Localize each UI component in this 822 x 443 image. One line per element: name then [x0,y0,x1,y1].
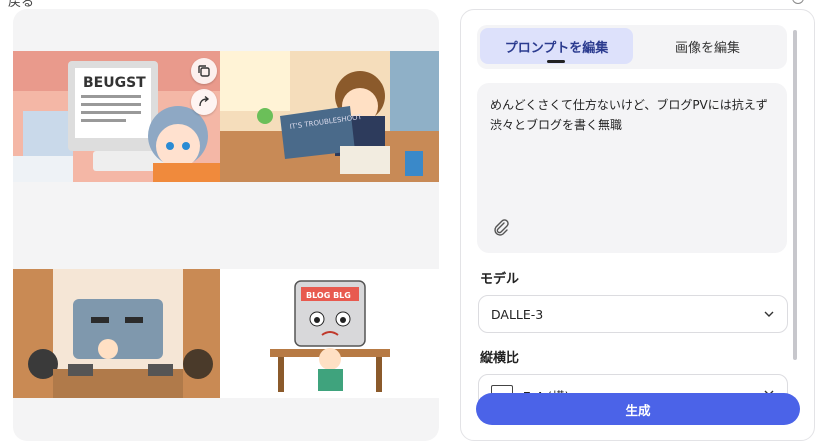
generated-image-2[interactable]: IT'S TROUBLESHOOT [220,51,439,182]
image-4-art: BLOG BLG [220,269,439,398]
model-select[interactable]: DALLE-3 [478,295,788,333]
chevron-down-icon [764,311,774,317]
aspect-ratio-label: 縦横比 [480,351,520,366]
tab-edit-image[interactable]: 画像を編集 [631,28,784,64]
model-label: モデル [480,272,520,287]
page-root: 戻る BEUGST IT'S TROUBLESHOOT BLOG BLG プロン… [0,0,822,443]
paperclip-icon[interactable] [491,217,511,237]
image-1-sign-text: BEUGST [83,75,146,91]
prompt-textarea[interactable]: めんどくさくて仕方ないけど、ブログPVには抗えず 渋々とブログを書く無職 [477,83,787,253]
model-value: DALLE-3 [491,307,544,322]
generated-image-3[interactable] [13,269,220,398]
prompt-text[interactable]: めんどくさくて仕方ないけど、ブログPVには抗えず 渋々とブログを書く無職 [490,95,775,135]
image-gallery: BEUGST IT'S TROUBLESHOOT BLOG BLG [13,9,439,441]
generated-image-4[interactable]: BLOG BLG [220,269,439,398]
edit-tabs: プロンプトを編集 画像を編集 [477,25,787,69]
generate-button[interactable]: 生成 [476,393,800,425]
edit-panel: プロンプトを編集 画像を編集 めんどくさくて仕方ないけど、ブログPVには抗えず … [460,9,815,441]
share-image-button[interactable] [191,89,217,115]
share-icon [199,95,210,107]
active-tab-indicator [547,60,565,63]
image-2-art: IT'S TROUBLESHOOT [220,51,439,182]
panel-scrollbar[interactable] [793,30,797,360]
image-4-monitor-text: BLOG BLG [306,291,351,300]
help-icon[interactable] [792,0,804,4]
copy-icon [198,65,210,77]
image-3-art [13,269,220,398]
copy-image-button[interactable] [191,58,217,84]
generated-image-1[interactable]: BEUGST [13,51,220,182]
image-1-art: BEUGST [13,51,220,182]
tab-edit-prompt[interactable]: プロンプトを編集 [480,28,633,64]
